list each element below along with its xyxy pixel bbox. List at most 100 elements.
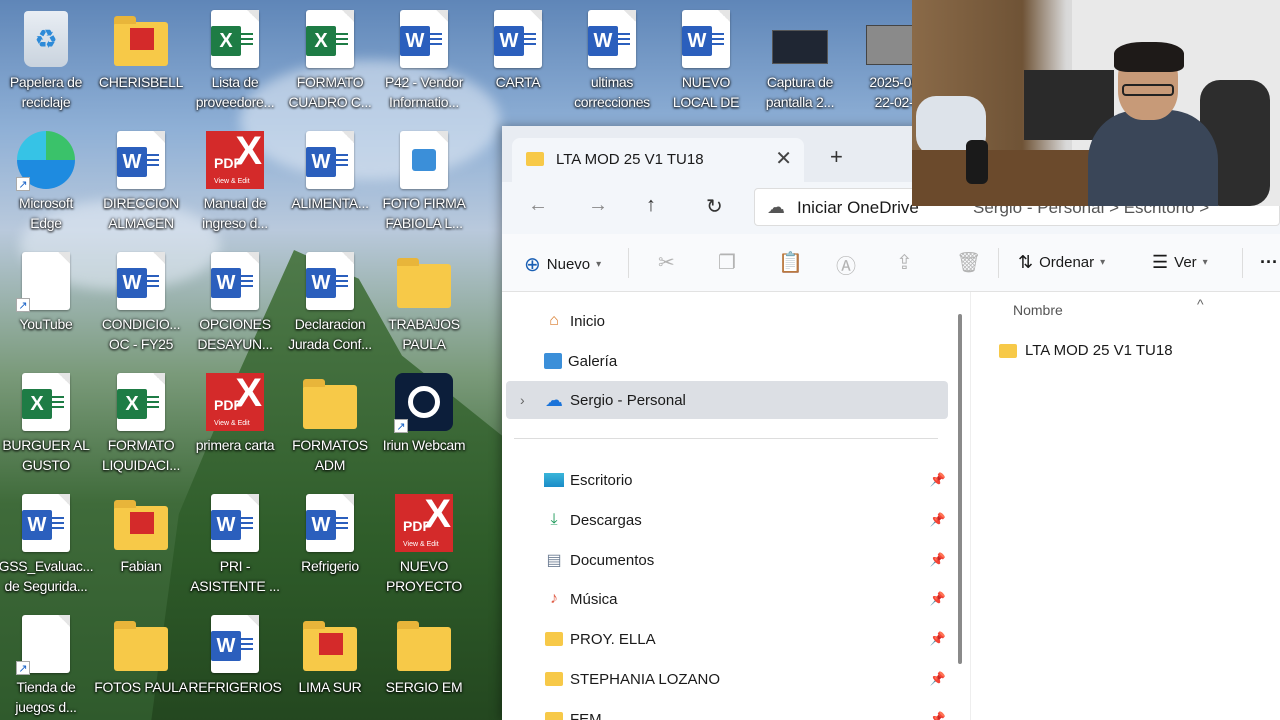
folder-icon bbox=[526, 152, 544, 166]
nav-item-music[interactable]: ♪ Música 📌 bbox=[506, 580, 948, 618]
desktop-icon-label: NUEVO PROYECTO bbox=[386, 558, 462, 594]
close-tab-icon[interactable]: ✕ bbox=[775, 146, 792, 171]
desktop-icon-item[interactable]: ↗ Tienda de juegos d... bbox=[0, 605, 93, 720]
desktop-icon-item[interactable]: W CONDICIO... OC - FY25 bbox=[94, 242, 188, 360]
sort-icon: ⇅ bbox=[1018, 252, 1034, 272]
desktop-icon-item[interactable]: X BURGUER AL GUSTO bbox=[0, 363, 93, 481]
desktop-icon-item[interactable]: W ALIMENTA... bbox=[283, 121, 377, 239]
gallery-icon bbox=[544, 353, 562, 369]
nav-item-gallery[interactable]: Galería bbox=[506, 342, 948, 380]
desktop-icon-label: FORMATO CUADRO C... bbox=[288, 74, 372, 110]
desktop-icon-item[interactable]: LIMA SUR bbox=[283, 605, 377, 720]
column-header-name[interactable]: ^ Nombre bbox=[1013, 296, 1204, 318]
desktop-icon-item[interactable]: ↗ Microsoft Edge bbox=[0, 121, 93, 239]
desktop-icon-label: FORMATO LIQUIDACI... bbox=[101, 437, 181, 473]
desktop-icon-item[interactable]: Fabian bbox=[94, 484, 188, 602]
pin-icon[interactable]: 📌 bbox=[930, 711, 946, 720]
desktop-icon-label: DIRECCION ALMACEN bbox=[103, 195, 179, 231]
folder-icon bbox=[394, 250, 454, 312]
nav-item-home[interactable]: ⌂ Inicio bbox=[506, 302, 948, 340]
desktop-icon-item[interactable]: W Refrigerio bbox=[283, 484, 377, 602]
desktop-icon-label: OPCIONES DESAYUN... bbox=[197, 316, 273, 352]
nav-item-downloads[interactable]: ⤓ Descargas 📌 bbox=[506, 501, 948, 539]
desktop-icon-item[interactable]: PDF X View & Edit NUEVO PROYECTO bbox=[377, 484, 471, 602]
explorer-tab[interactable]: LTA MOD 25 V1 TU18 ✕ bbox=[512, 138, 804, 182]
desktop-icon-item[interactable]: W GSS_Evaluac... de Segurida... bbox=[0, 484, 94, 602]
command-bar: ⊕ Nuevo ▾ ✂ ❐ 📋 Ⓐ ⇪ 🗑 ⇅ Ordenar ▾ ☰ Ver … bbox=[502, 234, 1280, 292]
copy-icon[interactable]: ❐ bbox=[718, 250, 736, 275]
pin-icon[interactable]: 📌 bbox=[930, 512, 946, 528]
nav-label: STEPHANIA LOZANO bbox=[570, 670, 721, 688]
word-icon: W bbox=[300, 250, 360, 312]
onedrive-signin-label[interactable]: Iniciar OneDrive bbox=[797, 198, 919, 218]
desktop-icon-item[interactable]: W PRI - ASISTENTE ... bbox=[188, 484, 282, 602]
list-item[interactable]: LTA MOD 25 V1 TU18 bbox=[999, 342, 1173, 359]
webcam-icon: ↗ bbox=[394, 371, 454, 433]
desktop-icon-label: GSS_Evaluac... de Segurida... bbox=[0, 558, 94, 594]
desktop-icon-item[interactable]: CHERISBELL bbox=[94, 0, 188, 118]
desktop-icon-item[interactable]: SERGIO EM bbox=[377, 605, 471, 720]
paste-icon[interactable]: 📋 bbox=[778, 250, 803, 275]
desktop-icon-item[interactable]: W OPCIONES DESAYUN... bbox=[188, 242, 282, 360]
desktop-icon-item[interactable]: W REFRIGERIOS bbox=[188, 605, 282, 720]
file-name: LTA MOD 25 V1 TU18 bbox=[1025, 342, 1173, 359]
desktop-icon-item[interactable]: X FORMATO LIQUIDACI... bbox=[94, 363, 188, 481]
desktop-icon-item[interactable]: W CARTA bbox=[471, 0, 565, 118]
pdf-icon: PDF X View & Edit bbox=[394, 492, 454, 554]
home-icon: ⌂ bbox=[549, 312, 559, 329]
desktop-icon-item[interactable]: Captura de pantalla 2... bbox=[753, 0, 847, 118]
desktop-icon-item[interactable]: ♻ Papelera de reciclaje bbox=[0, 0, 93, 118]
nav-item-desktop[interactable]: Escritorio 📌 bbox=[506, 461, 948, 499]
folder-icon bbox=[111, 613, 171, 675]
desktop-icon-item[interactable]: W NUEVO LOCAL DE bbox=[659, 0, 753, 118]
music-icon: ♪ bbox=[550, 590, 558, 607]
pin-icon[interactable]: 📌 bbox=[930, 671, 946, 687]
desktop-icon-item[interactable]: FORMATOS ADM bbox=[283, 363, 377, 481]
word-icon: W bbox=[205, 613, 265, 675]
desktop-icon-item[interactable]: ↗ Iriun Webcam bbox=[377, 363, 471, 481]
chevron-down-icon: ▾ bbox=[596, 259, 602, 270]
desktop-icon-item[interactable]: X Lista de proveedore... bbox=[188, 0, 282, 118]
up-arrow-icon[interactable]: ↑ bbox=[646, 194, 656, 217]
pin-icon[interactable]: 📌 bbox=[930, 591, 946, 607]
nav-item-folder[interactable]: FEM 📌 bbox=[506, 700, 948, 720]
rename-icon[interactable]: Ⓐ bbox=[836, 250, 856, 279]
refresh-icon[interactable]: ↻ bbox=[706, 194, 723, 219]
desktop-icon-item[interactable]: FOTO FIRMA FABIOLA L... bbox=[377, 121, 471, 239]
desktop-icon-item[interactable]: W Declaracion Jurada Conf... bbox=[283, 242, 377, 360]
new-tab-button[interactable]: + bbox=[830, 144, 843, 170]
desktop-icon-item[interactable]: PDF X View & Edit Manual de ingreso d... bbox=[188, 121, 282, 239]
new-button[interactable]: ⊕ Nuevo ▾ bbox=[524, 252, 601, 277]
nav-label: Documentos bbox=[570, 551, 655, 569]
nav-item-documents[interactable]: ▤ Documentos 📌 bbox=[506, 541, 948, 579]
desktop-icon-item[interactable]: W P42 - Vendor Informatio... bbox=[377, 0, 471, 118]
nav-item-folder[interactable]: STEPHANIA LOZANO 📌 bbox=[506, 660, 948, 698]
desktop-icon-label: CHERISBELL bbox=[98, 74, 184, 90]
forward-arrow-icon[interactable]: → bbox=[588, 194, 608, 217]
desktop-icon-item[interactable]: ↗ YouTube bbox=[0, 242, 93, 360]
cut-icon[interactable]: ✂ bbox=[658, 250, 675, 275]
sort-button[interactable]: ⇅ Ordenar ▾ bbox=[1018, 252, 1105, 273]
delete-icon[interactable]: 🗑 bbox=[956, 250, 981, 275]
view-button[interactable]: ☰ Ver ▾ bbox=[1152, 252, 1208, 273]
download-icon: ⤓ bbox=[550, 511, 558, 528]
share-icon[interactable]: ⇪ bbox=[896, 250, 913, 275]
desktop-icon-item[interactable]: W DIRECCION ALMACEN bbox=[94, 121, 188, 239]
desktop-icon-item[interactable]: X FORMATO CUADRO C... bbox=[283, 0, 377, 118]
desktop-icon-item[interactable]: Wultimas correcciones bbox=[565, 0, 659, 118]
desktop-icon-item[interactable]: FOTOS PAULA bbox=[94, 605, 188, 720]
nav-item-folder[interactable]: PROY. ELLA 📌 bbox=[506, 620, 948, 658]
desktop-icon-item[interactable]: PDF X View & Edit primera carta bbox=[188, 363, 282, 481]
word-icon: W bbox=[676, 8, 736, 70]
nav-item-onedrive[interactable]: › ☁ Sergio - Personal bbox=[506, 381, 948, 419]
desktop-icon-item[interactable]: TRABAJOS PAULA bbox=[377, 242, 471, 360]
pin-icon[interactable]: 📌 bbox=[930, 552, 946, 568]
back-arrow-icon[interactable]: ← bbox=[528, 194, 548, 217]
nav-label: PROY. ELLA bbox=[570, 630, 656, 648]
pin-icon[interactable]: 📌 bbox=[930, 472, 946, 488]
chevron-down-icon: ▾ bbox=[1202, 257, 1208, 268]
more-options-button[interactable]: ··· bbox=[1260, 252, 1278, 273]
scrollbar[interactable] bbox=[958, 314, 962, 664]
pin-icon[interactable]: 📌 bbox=[930, 631, 946, 647]
chevron-right-icon[interactable]: › bbox=[520, 392, 525, 408]
